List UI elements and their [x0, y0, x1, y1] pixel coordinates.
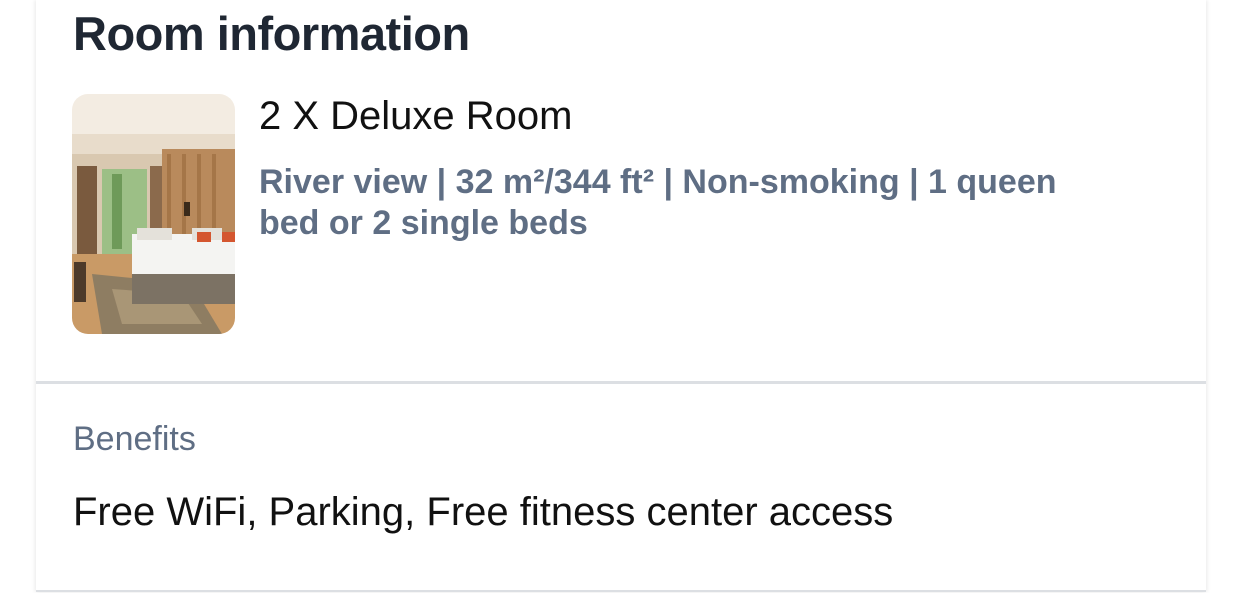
- room-name: 2 X Deluxe Room: [259, 94, 573, 138]
- section-title: Room information: [73, 7, 470, 60]
- page: Room information 2 X Deluxe Room River v…: [0, 0, 1242, 593]
- benefits-value: Free WiFi, Parking, Free fitness center …: [73, 490, 894, 534]
- room-details: River view | 32 m²/344 ft² | Non-smoking…: [259, 163, 1057, 242]
- room-information-card: Room information 2 X Deluxe Room River v…: [36, 0, 1206, 592]
- section-divider: [36, 381, 1206, 384]
- benefits-label: Benefits: [73, 420, 196, 458]
- room-photo-image: [72, 94, 235, 334]
- room-photo[interactable]: [72, 94, 235, 334]
